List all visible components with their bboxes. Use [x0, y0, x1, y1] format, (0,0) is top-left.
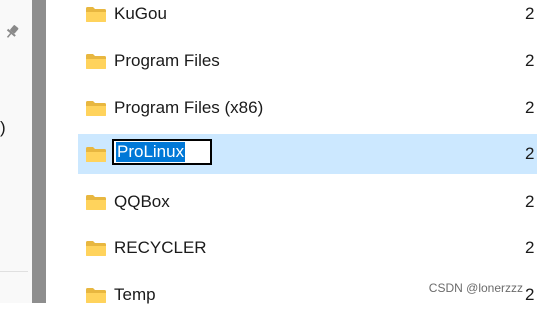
navigation-partial-text: )	[0, 118, 6, 137]
list-item[interactable]: Program Files (x86) 2	[78, 88, 537, 128]
date-modified: 2	[525, 238, 535, 257]
date-modified: 2	[525, 192, 535, 211]
date-modified: 2	[525, 144, 535, 163]
folder-icon	[86, 147, 106, 162]
file-list: KuGou 2 Program Files 2 Program Files (x…	[46, 0, 537, 304]
folder-name: QQBox	[114, 192, 170, 211]
navigation-divider	[0, 271, 28, 272]
list-item-selected[interactable]: ProLinux 2	[78, 134, 537, 174]
folder-icon	[86, 101, 106, 116]
list-item[interactable]: RECYCLER 2	[78, 228, 537, 268]
folder-name: RECYCLER	[114, 238, 207, 257]
folder-icon	[86, 54, 106, 69]
date-modified: 2	[525, 4, 535, 23]
list-item[interactable]: Program Files 2	[78, 41, 537, 81]
list-item[interactable]: KuGou 2	[78, 0, 537, 34]
folder-name: Program Files	[114, 51, 220, 70]
folder-name: KuGou	[114, 4, 167, 23]
date-modified: 2	[525, 98, 535, 117]
pane-splitter[interactable]	[32, 0, 46, 303]
rename-selected-text[interactable]: ProLinux	[116, 142, 186, 162]
rename-input[interactable]: ProLinux	[112, 139, 212, 165]
folder-icon	[86, 288, 106, 303]
list-item[interactable]: QQBox 2	[78, 182, 537, 222]
folder-icon	[86, 195, 106, 210]
navigation-pane: )	[0, 0, 32, 303]
folder-name: Program Files (x86)	[114, 98, 264, 117]
watermark: CSDN @lonerzzz	[428, 281, 523, 295]
folder-icon	[86, 7, 106, 22]
folder-icon	[86, 241, 106, 256]
date-modified: 2	[525, 51, 535, 70]
pin-icon[interactable]	[4, 24, 20, 40]
